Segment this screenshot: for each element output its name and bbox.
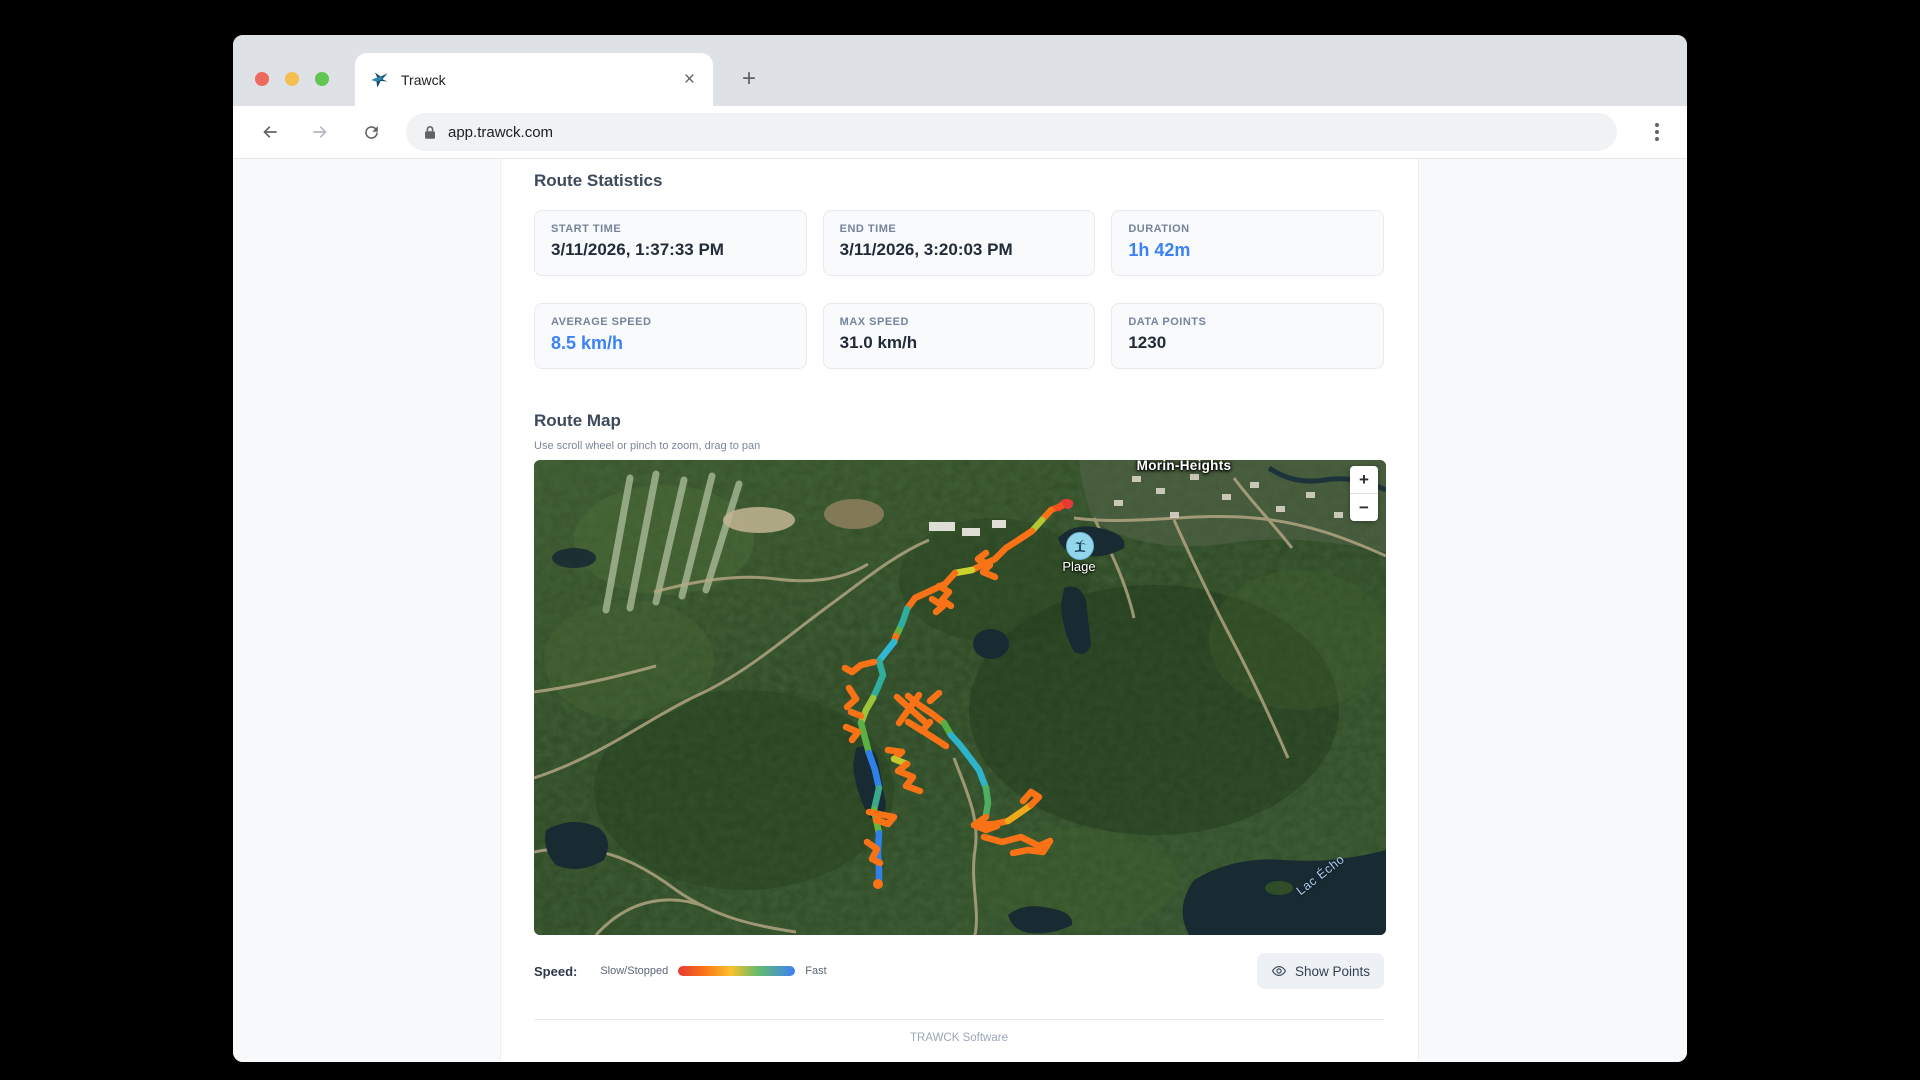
town-label: Morin-Heights bbox=[1137, 460, 1232, 473]
url-bar[interactable]: app.trawck.com bbox=[406, 113, 1617, 151]
reload-button[interactable] bbox=[351, 112, 391, 152]
close-window-button[interactable] bbox=[255, 72, 269, 86]
stat-label: MAX SPEED bbox=[840, 316, 1079, 328]
lake-island bbox=[1265, 881, 1293, 895]
window-controls bbox=[255, 72, 329, 86]
page-background: Route Statistics START TIME 3/11/2026, 1… bbox=[233, 159, 1687, 1062]
route-map-heading: Route Map bbox=[534, 409, 1384, 433]
stat-card-end-time: END TIME 3/11/2026, 3:20:03 PM bbox=[823, 210, 1096, 276]
stat-card-duration: DURATION 1h 42m bbox=[1111, 210, 1384, 276]
stat-label: DURATION bbox=[1128, 223, 1367, 235]
beach-label: Plage bbox=[1062, 559, 1095, 574]
stat-card-max-speed: MAX SPEED 31.0 km/h bbox=[823, 303, 1096, 369]
route-statistics-heading: Route Statistics bbox=[534, 169, 1384, 193]
zoom-window-button[interactable] bbox=[315, 72, 329, 86]
ski-base-lodge bbox=[723, 507, 795, 533]
palm-tree-icon bbox=[1072, 538, 1088, 554]
trawck-bird-favicon-icon bbox=[369, 70, 389, 90]
legend-slow-label: Slow/Stopped bbox=[600, 965, 668, 977]
url-text: app.trawck.com bbox=[448, 124, 553, 141]
screen: Trawck × + ap bbox=[0, 0, 1920, 1080]
stats-grid: START TIME 3/11/2026, 1:37:33 PM END TIM… bbox=[534, 210, 1384, 369]
stat-card-average-speed: AVERAGE SPEED 8.5 km/h bbox=[534, 303, 807, 369]
show-points-button[interactable]: Show Points bbox=[1257, 953, 1384, 989]
stat-label: AVERAGE SPEED bbox=[551, 316, 790, 328]
stat-value: 3/11/2026, 1:37:33 PM bbox=[551, 240, 790, 260]
zoom-out-button[interactable]: − bbox=[1350, 494, 1378, 521]
show-points-label: Show Points bbox=[1295, 964, 1370, 979]
stat-value: 31.0 km/h bbox=[840, 333, 1079, 353]
speed-gradient-bar bbox=[678, 966, 795, 976]
lock-icon[interactable] bbox=[424, 125, 436, 140]
legend-fast-label: Fast bbox=[805, 965, 826, 977]
map-hint-text: Use scroll wheel or pinch to zoom, drag … bbox=[534, 440, 1384, 452]
new-tab-button[interactable]: + bbox=[731, 61, 767, 97]
browser-menu-button[interactable] bbox=[1637, 112, 1677, 152]
zoom-in-button[interactable]: + bbox=[1350, 466, 1378, 493]
browser-window: Trawck × + ap bbox=[233, 35, 1687, 1062]
tab-close-icon[interactable]: × bbox=[680, 70, 699, 89]
stat-value: 3/11/2026, 3:20:03 PM bbox=[840, 240, 1079, 260]
stat-value: 8.5 km/h bbox=[551, 333, 790, 354]
legend-title: Speed: bbox=[534, 964, 577, 979]
clearing bbox=[824, 499, 884, 529]
browser-tab[interactable]: Trawck × bbox=[355, 53, 713, 106]
browser-toolbar: app.trawck.com bbox=[233, 106, 1687, 159]
map-layers bbox=[534, 460, 1386, 935]
content-card: Route Statistics START TIME 3/11/2026, 1… bbox=[500, 159, 1419, 1062]
map-zoom-control: + − bbox=[1350, 466, 1378, 521]
legend-row: Speed: Slow/Stopped Fast Show Points bbox=[534, 953, 1384, 989]
stat-label: END TIME bbox=[840, 223, 1079, 235]
stat-value: 1h 42m bbox=[1128, 240, 1367, 261]
satellite-map[interactable]: Morin-Heights Plage Lac Écho + bbox=[534, 460, 1386, 935]
tab-strip: Trawck × + bbox=[233, 35, 1687, 106]
stat-card-data-points: DATA POINTS 1230 bbox=[1111, 303, 1384, 369]
stat-label: START TIME bbox=[551, 223, 790, 235]
stat-card-start-time: START TIME 3/11/2026, 1:37:33 PM bbox=[534, 210, 807, 276]
tab-title: Trawck bbox=[401, 72, 680, 88]
footer-text: TRAWCK Software bbox=[534, 1019, 1384, 1044]
minimize-window-button[interactable] bbox=[285, 72, 299, 86]
stat-label: DATA POINTS bbox=[1128, 316, 1367, 328]
stat-value: 1230 bbox=[1128, 333, 1367, 353]
beach-marker bbox=[1066, 532, 1094, 560]
eye-icon bbox=[1271, 963, 1287, 979]
forward-button[interactable] bbox=[300, 112, 340, 152]
back-button[interactable] bbox=[250, 112, 290, 152]
